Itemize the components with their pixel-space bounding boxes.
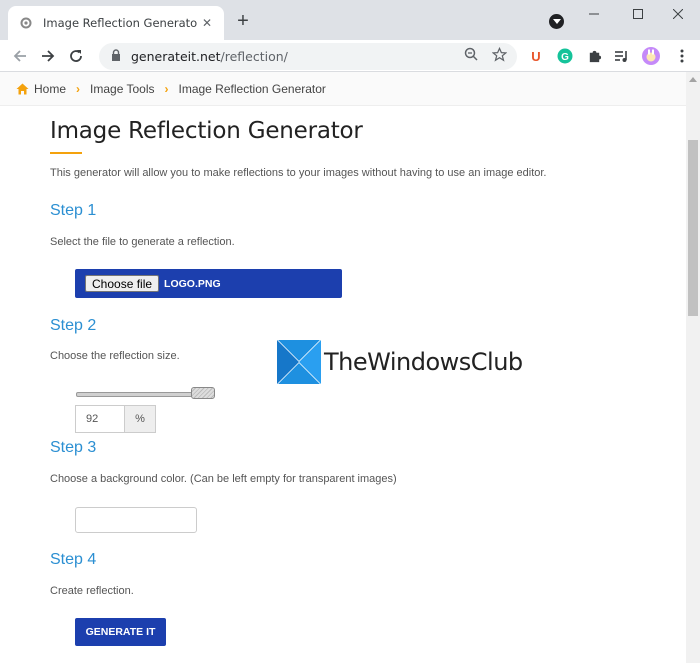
- window-close-icon[interactable]: [656, 0, 700, 28]
- intro-text: This generator will allow you to make re…: [50, 167, 547, 179]
- puzzle-extensions-icon[interactable]: [584, 46, 604, 66]
- zoom-icon[interactable]: [462, 45, 480, 63]
- file-name: LOGO.PNG: [164, 277, 221, 290]
- reflection-size-slider-track[interactable]: [76, 392, 210, 397]
- grammarly-icon[interactable]: G: [555, 46, 575, 66]
- generate-button[interactable]: GENERATE IT: [75, 618, 166, 646]
- maximize-icon[interactable]: [616, 0, 660, 28]
- step-1-title: Step 1: [50, 202, 97, 219]
- step-4-desc: Create reflection.: [50, 585, 134, 597]
- media-control-icon[interactable]: [612, 46, 632, 66]
- breadcrumb-current: Image Reflection Generator: [178, 81, 326, 96]
- tab-title: Image Reflection Generator by G: [43, 16, 198, 30]
- file-upload-field[interactable]: Choose file LOGO.PNG: [75, 269, 342, 298]
- gear-icon: [18, 15, 34, 31]
- step-1-desc: Select the file to generate a reflection…: [50, 236, 235, 248]
- url-text: generateit.net/reflection/: [131, 49, 288, 64]
- ublock-extension-icon[interactable]: U: [526, 46, 546, 66]
- step-3-desc: Choose a background color. (Can be left …: [50, 473, 397, 485]
- minimize-icon[interactable]: [572, 0, 616, 28]
- browser-toolbar: generateit.net/reflection/ U G: [0, 40, 700, 72]
- url-host: generateit.net: [131, 49, 221, 64]
- more-menu-icon[interactable]: [672, 46, 692, 66]
- step-4-title: Step 4: [50, 551, 97, 568]
- reflection-size-slider-thumb[interactable]: [191, 387, 215, 399]
- reflection-size-group: 92 %: [75, 405, 156, 433]
- choose-file-button[interactable]: Choose file: [85, 275, 160, 292]
- lock-icon[interactable]: [111, 48, 121, 66]
- step-3-title: Step 3: [50, 439, 97, 456]
- background-color-input[interactable]: [75, 507, 197, 533]
- star-icon[interactable]: [490, 45, 508, 63]
- chevron-right-icon: ›: [76, 81, 81, 96]
- breadcrumb-home[interactable]: Home: [34, 82, 66, 96]
- reflection-size-input[interactable]: 92: [75, 405, 125, 433]
- address-bar[interactable]: generateit.net/reflection/: [99, 43, 517, 70]
- windows-logo-icon: [276, 339, 322, 385]
- close-icon[interactable]: ✕: [198, 14, 216, 32]
- page-title: Image Reflection Generator: [50, 118, 363, 144]
- browser-tab[interactable]: Image Reflection Generator by G ✕: [8, 6, 224, 40]
- breadcrumb: Home › Image Tools › Image Reflection Ge…: [0, 72, 686, 106]
- step-2-desc: Choose the reflection size.: [50, 350, 180, 362]
- step-2-title: Step 2: [50, 317, 97, 334]
- back-icon[interactable]: [8, 44, 32, 68]
- title-underline: [50, 152, 82, 154]
- svg-text:G: G: [561, 52, 569, 63]
- vertical-scrollbar[interactable]: [686, 72, 700, 663]
- chevron-right-icon: ›: [164, 81, 169, 96]
- forward-icon[interactable]: [36, 44, 60, 68]
- tab-search-icon[interactable]: [549, 14, 564, 29]
- percent-addon: %: [125, 405, 156, 433]
- scrollbar-thumb[interactable]: [688, 140, 698, 316]
- watermark-text: TheWindowsClub: [324, 348, 523, 376]
- reload-icon[interactable]: [64, 44, 88, 68]
- home-icon: [16, 83, 29, 95]
- url-path: /reflection/: [220, 49, 288, 64]
- tab-strip: Image Reflection Generator by G ✕ +: [0, 0, 700, 40]
- profile-avatar[interactable]: [641, 46, 661, 66]
- breadcrumb-image-tools[interactable]: Image Tools: [90, 82, 154, 96]
- new-tab-button[interactable]: +: [233, 11, 253, 32]
- watermark: TheWindowsClub: [276, 339, 523, 385]
- scroll-up-arrow-icon[interactable]: [686, 72, 700, 86]
- web-page: Home › Image Tools › Image Reflection Ge…: [0, 72, 686, 663]
